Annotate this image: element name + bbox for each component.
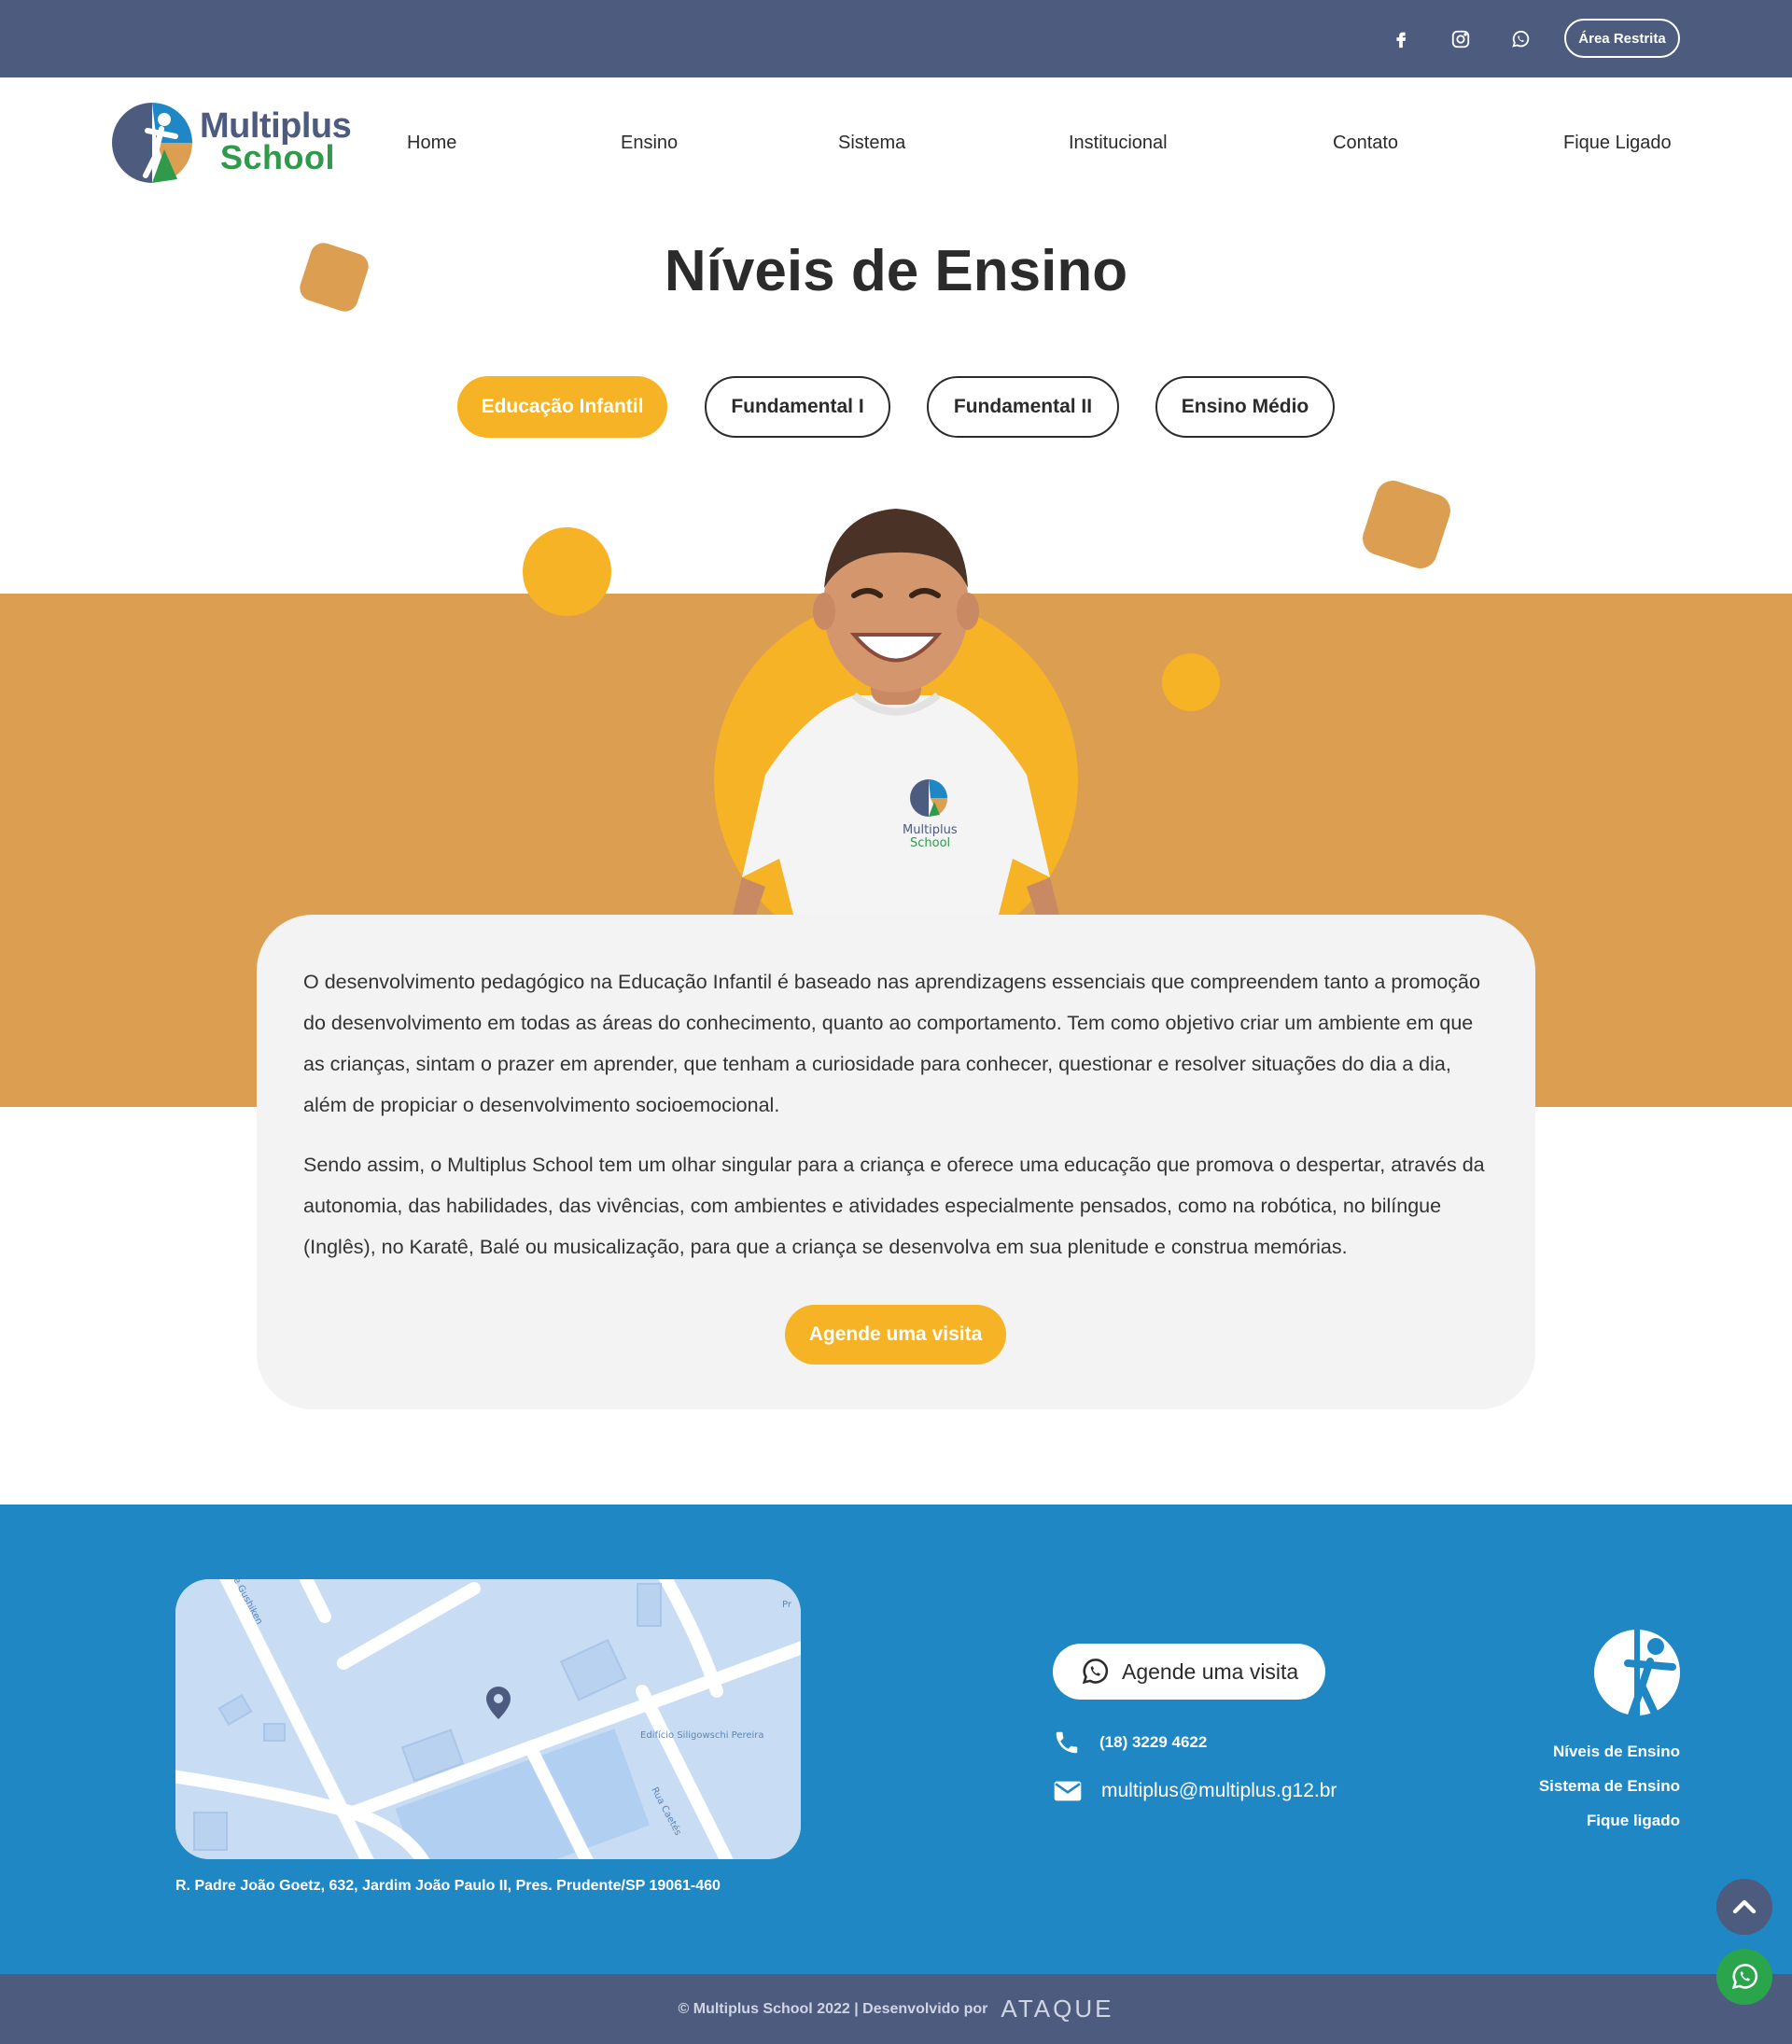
mail-icon (1054, 1781, 1082, 1801)
decorative-circle (1162, 653, 1220, 711)
phone-row[interactable]: (18) 3229 4622 (1053, 1729, 1207, 1757)
content-card: O desenvolvimento pedagógico na Educação… (257, 915, 1535, 1409)
shirt-logo-text-1: Multiplus (903, 823, 958, 837)
student-photo: Multiplus School (714, 509, 1078, 915)
tab-ensino-medio[interactable]: Ensino Médio (1155, 376, 1335, 438)
nav-institucional[interactable]: Institucional (1069, 133, 1168, 154)
phone-number: (18) 3229 4622 (1099, 1733, 1208, 1751)
tab-fundamental-2[interactable]: Fundamental II (927, 376, 1119, 438)
whatsapp-float-button[interactable] (1716, 1949, 1772, 2005)
logo-text-school: School (220, 138, 336, 176)
nav-ensino[interactable]: Ensino (621, 133, 678, 154)
email-address: multiplus@multiplus.g12.br (1101, 1780, 1337, 1801)
svg-text:Edifício Siligowschi Pereira: Edifício Siligowschi Pereira (640, 1729, 764, 1741)
facebook-icon[interactable] (1387, 25, 1415, 53)
whatsapp-icon (1082, 1659, 1109, 1685)
nav-home[interactable]: Home (407, 133, 456, 154)
restricted-area-button[interactable]: Área Restrita (1564, 19, 1680, 58)
copyright-text: © Multiplus School 2022 | Desenvolvido p… (678, 2000, 988, 2017)
nav-sistema[interactable]: Sistema (838, 133, 905, 154)
footer: Edifício Siligowschi Pereira Rua Caetés … (0, 1505, 1792, 1974)
top-bar: Área Restrita (0, 0, 1792, 77)
decorative-circle (523, 527, 611, 616)
footer-link-fique-ligado[interactable]: Fique ligado (1587, 1812, 1680, 1830)
nav-contato[interactable]: Contato (1333, 133, 1398, 154)
site-logo[interactable]: Multiplus School (110, 99, 352, 185)
decorative-square (1358, 476, 1455, 573)
developer-logo[interactable]: ATAQUE (1001, 1995, 1113, 2023)
address: R. Padre João Goetz, 632, Jardim João Pa… (175, 1878, 721, 1894)
schedule-visit-button[interactable]: Agende uma visita (785, 1305, 1006, 1365)
instagram-icon[interactable] (1447, 25, 1475, 53)
bottom-bar: © Multiplus School 2022 | Desenvolvido p… (0, 1974, 1792, 2044)
footer-logo-icon[interactable] (1594, 1630, 1680, 1715)
phone-icon (1056, 1731, 1078, 1754)
shirt-logo-text-2: School (910, 836, 950, 850)
tab-fundamental-1[interactable]: Fundamental I (705, 376, 890, 438)
whatsapp-icon (1731, 1964, 1758, 1990)
footer-link-niveis[interactable]: Níveis de Ensino (1553, 1743, 1680, 1761)
map-graphic: Edifício Siligowschi Pereira Rua Caetés … (175, 1579, 801, 1859)
nav-fique-ligado[interactable]: Fique Ligado (1563, 133, 1672, 154)
content-paragraph-2: Sendo assim, o Multiplus School tem um o… (303, 1154, 1485, 1258)
content-paragraph-1: O desenvolvimento pedagógico na Educação… (303, 971, 1480, 1116)
whatsapp-schedule-label: Agende uma visita (1122, 1659, 1299, 1684)
page-title: Níveis de Ensino (664, 239, 1128, 303)
footer-link-sistema[interactable]: Sistema de Ensino (1539, 1777, 1680, 1796)
svg-text:Pr: Pr (782, 1600, 792, 1610)
tab-educacao-infantil[interactable]: Educação Infantil (457, 376, 667, 438)
scroll-to-top-button[interactable] (1716, 1879, 1772, 1935)
multiplus-logo-mark (112, 103, 193, 183)
email-row[interactable]: multiplus@multiplus.g12.br (1053, 1779, 1337, 1803)
whatsapp-schedule-button[interactable]: Agende uma visita (1053, 1644, 1325, 1700)
whatsapp-icon[interactable] (1506, 25, 1534, 53)
chevron-up-icon (1732, 1899, 1757, 1914)
location-map[interactable]: Edifício Siligowschi Pereira Rua Caetés … (175, 1579, 801, 1859)
